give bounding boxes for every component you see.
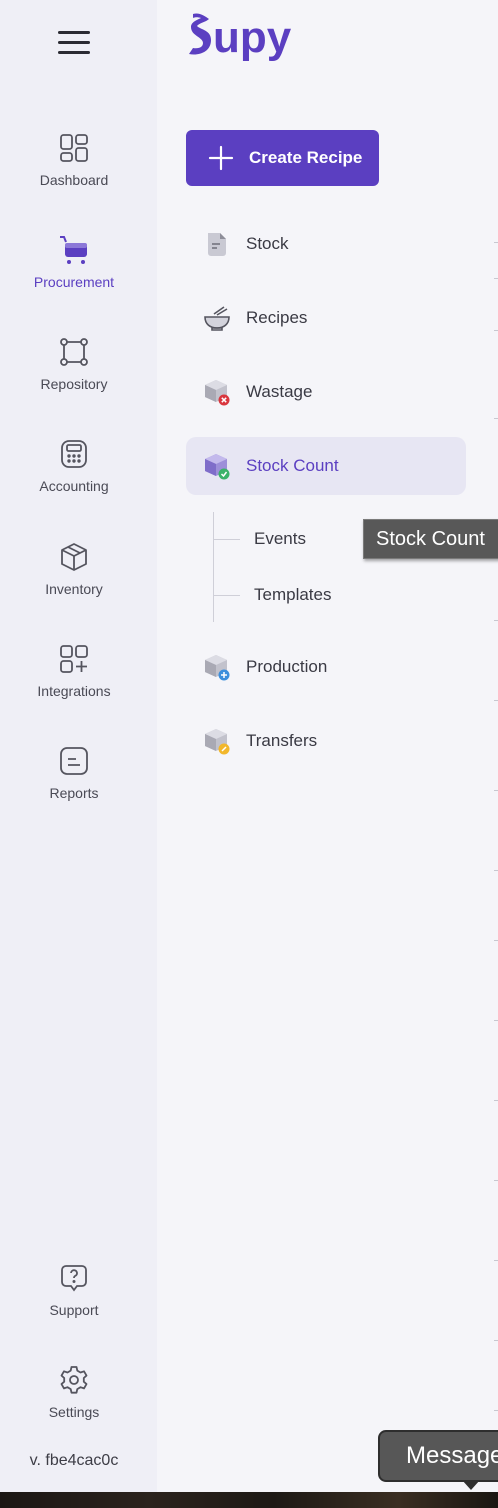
messages-pointer bbox=[462, 1480, 480, 1490]
messages-button[interactable]: Messages bbox=[378, 1430, 498, 1482]
rail-item-integrations[interactable]: Integrations bbox=[0, 643, 148, 699]
rail-item-settings[interactable]: Settings bbox=[0, 1364, 148, 1420]
report-icon bbox=[60, 747, 88, 775]
calculator-icon bbox=[61, 440, 87, 468]
help-icon bbox=[61, 1265, 87, 1292]
plus-icon bbox=[208, 145, 234, 171]
rail-item-support[interactable]: Support bbox=[0, 1262, 148, 1318]
rail-item-reports[interactable]: Reports bbox=[0, 745, 148, 801]
nav-item-wastage[interactable]: Wastage bbox=[186, 363, 466, 421]
nav-item-label: Production bbox=[246, 657, 328, 676]
integrations-icon bbox=[60, 645, 88, 673]
document-icon bbox=[208, 233, 226, 256]
rail-item-dashboard[interactable]: Dashboard bbox=[0, 132, 148, 188]
nav-item-label: Stock bbox=[246, 234, 289, 253]
rail-item-accounting[interactable]: Accounting bbox=[0, 438, 148, 494]
supy-logo: upy bbox=[189, 13, 292, 62]
dashboard-icon bbox=[60, 134, 88, 162]
nav-item-transfers[interactable]: Transfers bbox=[186, 712, 466, 770]
svg-text:upy: upy bbox=[213, 13, 292, 62]
tree-connector bbox=[214, 594, 240, 596]
gear-icon bbox=[60, 1366, 88, 1394]
nav-item-recipes[interactable]: Recipes bbox=[186, 289, 466, 347]
content-edge bbox=[494, 200, 498, 1492]
rail-item-repository[interactable]: Repository bbox=[0, 336, 148, 392]
version-label: v. fbe4cac0c bbox=[29, 1452, 119, 1469]
stock-count-box-icon bbox=[205, 454, 230, 480]
transfers-box-icon bbox=[205, 729, 230, 755]
rail-item-label: Dashboard bbox=[39, 172, 109, 188]
rail-item-label: Repository bbox=[40, 376, 108, 392]
box-icon bbox=[61, 543, 87, 571]
rail-item-label: Settings bbox=[48, 1404, 100, 1420]
nav-item-label: Recipes bbox=[246, 308, 308, 327]
bowl-icon bbox=[204, 306, 230, 331]
repository-icon bbox=[60, 338, 88, 366]
nav-item-stock-count[interactable]: Stock Count bbox=[186, 437, 466, 495]
rail-item-label: Reports bbox=[49, 785, 99, 801]
rail-item-label: Procurement bbox=[33, 274, 115, 290]
tree-connector bbox=[214, 538, 240, 540]
rail-item-label: Inventory bbox=[45, 581, 103, 597]
cart-icon bbox=[60, 236, 87, 264]
subnav-item-label: Templates bbox=[254, 585, 332, 604]
rail-item-label: Support bbox=[49, 1302, 99, 1318]
nav-item-label: Wastage bbox=[246, 382, 313, 401]
stock-count-tooltip: Stock Count bbox=[363, 519, 498, 559]
create-recipe-label: Create Recipe bbox=[249, 148, 363, 167]
rail-item-label: Integrations bbox=[37, 683, 111, 699]
subnav-item-events[interactable]: Events bbox=[214, 524, 306, 554]
nav-item-label: Stock Count bbox=[246, 456, 339, 475]
rail-item-inventory[interactable]: Inventory bbox=[0, 541, 148, 597]
desktop-background bbox=[0, 1492, 498, 1508]
left-rail: Dashboard Procurement Repository Account… bbox=[0, 0, 157, 1492]
nav-item-stock[interactable]: Stock bbox=[186, 215, 466, 273]
nav-item-production[interactable]: Production bbox=[186, 638, 466, 696]
subnav-item-label: Events bbox=[254, 529, 306, 548]
wastage-box-icon bbox=[205, 380, 230, 406]
nav-item-label: Transfers bbox=[246, 731, 318, 750]
production-box-icon bbox=[205, 655, 230, 681]
rail-item-procurement[interactable]: Procurement bbox=[0, 234, 148, 290]
create-recipe-button[interactable]: Create Recipe bbox=[186, 130, 379, 186]
menu-icon[interactable] bbox=[58, 31, 90, 55]
subnav-item-templates[interactable]: Templates bbox=[214, 580, 331, 610]
rail-item-label: Accounting bbox=[39, 478, 109, 494]
